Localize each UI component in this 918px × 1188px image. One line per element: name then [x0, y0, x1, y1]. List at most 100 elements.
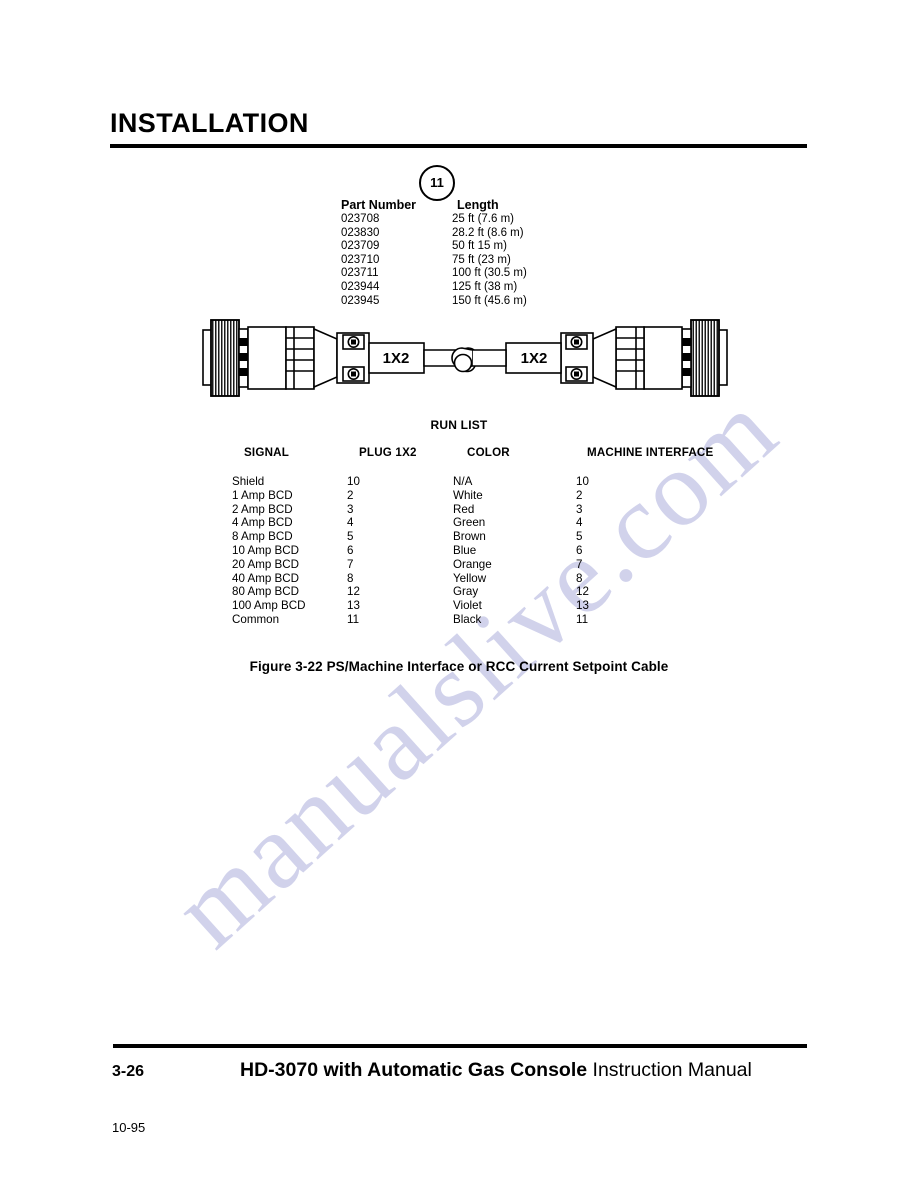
document-page: manualslive.com INSTALLATION 11 Part Num…	[0, 0, 918, 1188]
connector-diagram: 1X2 1X2	[185, 305, 745, 410]
plug-cell: 5	[347, 530, 354, 544]
clamp-screw	[342, 334, 365, 350]
machine-cell: 7	[576, 557, 583, 571]
left-connector-label: 1X2	[383, 350, 410, 367]
run-list-table: SIGNAL PLUG 1X2 COLOR MACHINE INTERFACE …	[232, 446, 737, 627]
length-cell: 50 ft 15 m)	[452, 240, 507, 253]
table-row: 023711 100 ft (30.5 m)	[341, 267, 587, 281]
run-list-title: RUN LIST	[430, 418, 488, 432]
table-row: 023944 125 ft (38 m)	[341, 281, 587, 295]
machine-cell: 5	[576, 530, 583, 544]
plug-cell: 7	[347, 557, 354, 571]
table-row: 023830 28.2 ft (8.6 m)	[341, 227, 587, 241]
signal-cell: 80 Amp BCD	[232, 585, 300, 599]
clamp-screw	[342, 366, 365, 382]
signal-cell: 2 Amp BCD	[232, 502, 293, 516]
color-cell: Gray	[453, 585, 479, 599]
plug-cell: 13	[347, 599, 360, 613]
part-table-header-row: Part Number Length	[341, 198, 587, 213]
plug-cell: 4	[347, 516, 354, 530]
color-cell: Blue	[453, 543, 477, 557]
machine-cell: 12	[576, 585, 589, 599]
run-list-body: Shield 10 N/A 10 1 Amp BCD 2 White 2 2 A…	[232, 475, 737, 627]
run-list-header-machine-interface: MACHINE INTERFACE	[587, 446, 714, 459]
table-row: 1 Amp BCD 2 White 2	[232, 489, 737, 503]
signal-cell: 1 Amp BCD	[232, 488, 293, 502]
page-title: INSTALLATION	[110, 108, 309, 138]
signal-cell: 100 Amp BCD	[232, 599, 306, 613]
machine-cell: 8	[576, 571, 583, 585]
table-row: 20 Amp BCD 7 Orange 7	[232, 558, 737, 572]
color-cell: Red	[453, 502, 475, 516]
part-table-body: 023708 25 ft (7.6 m) 023830 28.2 ft (8.6…	[341, 213, 587, 308]
plug-cell: 12	[347, 585, 360, 599]
signal-cell: 8 Amp BCD	[232, 530, 293, 544]
plug-cell: 8	[347, 571, 354, 585]
part-table-header-length: Length	[457, 198, 499, 212]
color-cell: Orange	[453, 557, 492, 571]
length-cell: 125 ft (38 m)	[452, 280, 518, 293]
run-list-header-row: SIGNAL PLUG 1X2 COLOR MACHINE INTERFACE	[232, 446, 737, 460]
color-cell: White	[453, 488, 483, 502]
part-table-header-part-number: Part Number	[341, 198, 417, 212]
footer-manual-title-bold: HD-3070 with Automatic Gas Console	[240, 1059, 588, 1081]
right-connector-label: 1X2	[521, 350, 548, 367]
color-cell: Green	[453, 516, 486, 530]
part-number-cell: 023708	[341, 213, 380, 225]
length-cell: 75 ft (23 m)	[452, 253, 511, 266]
plug-cell: 6	[347, 543, 354, 557]
run-list-header-plug: PLUG 1X2	[359, 446, 417, 459]
color-cell: Black	[453, 612, 482, 626]
plug-cell: 10	[347, 475, 360, 488]
table-row: 8 Amp BCD 5 Brown 5	[232, 530, 737, 544]
footer-manual-title: HD-3070 with Automatic Gas Console Instr…	[240, 1059, 752, 1082]
part-number-cell: 023830	[341, 226, 380, 239]
footer-divider	[113, 1044, 807, 1048]
table-row: Shield 10 N/A 10	[232, 475, 737, 489]
run-list-header-signal: SIGNAL	[244, 446, 289, 459]
callout-badge-11: 11	[419, 165, 455, 201]
signal-cell: 20 Amp BCD	[232, 557, 300, 571]
part-number-cell: 023711	[341, 267, 379, 280]
machine-cell: 3	[576, 502, 583, 516]
table-row: 4 Amp BCD 4 Green 4	[232, 516, 737, 530]
table-row: 023710 75 ft (23 m)	[341, 254, 587, 268]
table-row: 100 Amp BCD 13 Violet 13	[232, 599, 737, 613]
signal-cell: Shield	[232, 475, 265, 488]
plug-cell: 11	[347, 612, 360, 626]
clamp-screw	[565, 334, 588, 350]
signal-cell: Common	[232, 612, 280, 626]
color-cell: Brown	[453, 530, 486, 544]
header-divider	[110, 144, 807, 148]
color-cell: N/A	[453, 475, 473, 488]
figure-caption: Figure 3-22 PS/Machine Interface or RCC …	[249, 659, 669, 674]
part-number-cell: 023709	[341, 240, 380, 253]
table-row: 10 Amp BCD 6 Blue 6	[232, 544, 737, 558]
left-connector	[202, 319, 479, 397]
connector-illustration-svg: 1X2 1X2	[202, 319, 728, 397]
part-number-cell: 023710	[341, 253, 380, 266]
table-row: Common 11 Black 11	[232, 613, 737, 627]
part-number-cell: 023944	[341, 280, 380, 293]
plug-cell: 3	[347, 502, 354, 516]
machine-cell: 6	[576, 543, 583, 557]
table-row: 40 Amp BCD 8 Yellow 8	[232, 572, 737, 586]
color-cell: Violet	[453, 599, 482, 613]
machine-cell: 13	[576, 599, 589, 613]
length-cell: 100 ft (30.5 m)	[452, 267, 527, 280]
machine-cell: 4	[576, 516, 583, 530]
signal-cell: 4 Amp BCD	[232, 516, 293, 530]
machine-cell: 2	[576, 488, 583, 502]
run-list-header-color: COLOR	[467, 446, 510, 459]
table-row: 2 Amp BCD 3 Red 3	[232, 503, 737, 517]
table-row: 80 Amp BCD 12 Gray 12	[232, 585, 737, 599]
length-cell: 25 ft (7.6 m)	[452, 213, 514, 225]
signal-cell: 10 Amp BCD	[232, 543, 300, 557]
machine-cell: 11	[576, 612, 589, 626]
signal-cell: 40 Amp BCD	[232, 571, 300, 585]
length-cell: 28.2 ft (8.6 m)	[452, 226, 524, 239]
plug-cell: 2	[347, 488, 354, 502]
right-connector	[451, 319, 728, 397]
table-row: 023708 25 ft (7.6 m)	[341, 213, 587, 227]
table-row: 023709 50 ft 15 m)	[341, 240, 587, 254]
